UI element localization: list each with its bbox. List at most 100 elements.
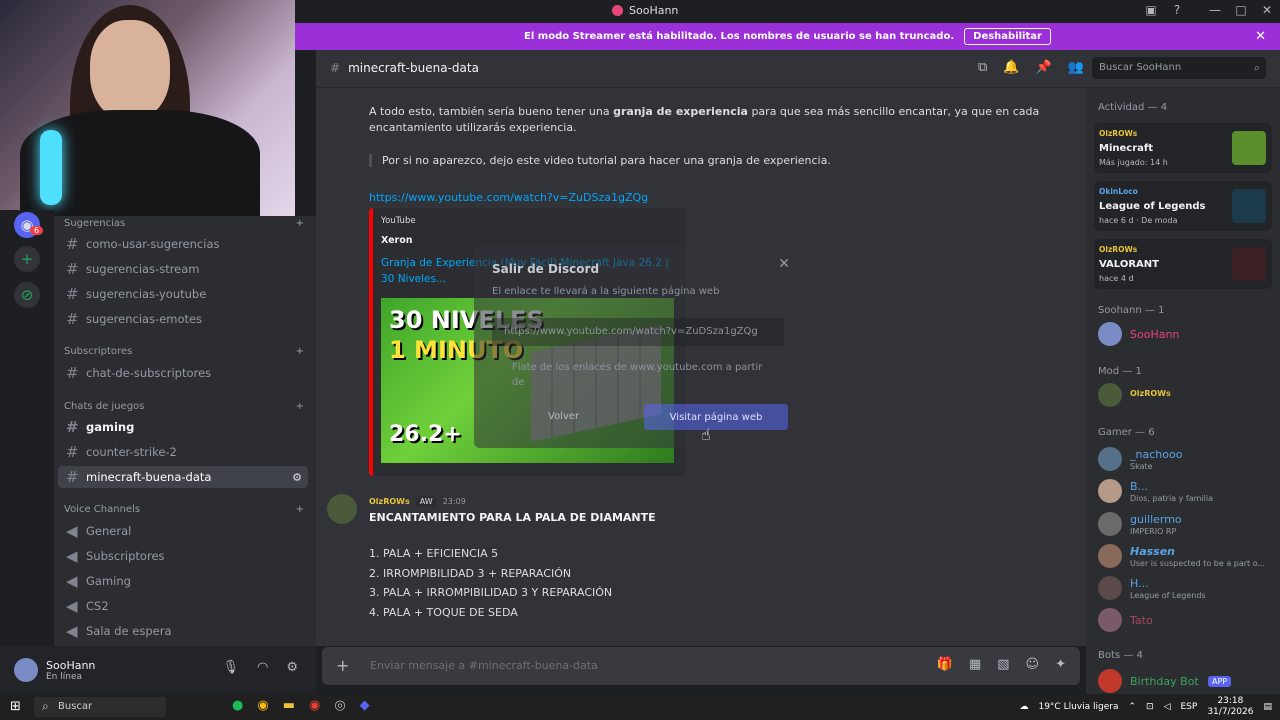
emoji-icon[interactable]: ☺ (1026, 657, 1040, 672)
member-item[interactable]: H... League of Legends (1098, 573, 1278, 603)
taskbar-search[interactable]: ⌕ Buscar (34, 697, 166, 717)
category-voice[interactable]: Voice Channels + (64, 504, 304, 515)
activity-card[interactable]: OlzROWs VALORANT hace 4 d (1094, 239, 1272, 289)
role-header: Gamer — 6 (1098, 427, 1155, 438)
chrome-alt-icon[interactable]: ◉ (309, 698, 320, 713)
search-input[interactable]: Buscar SooHann ⌕ (1092, 57, 1266, 79)
inbox-icon[interactable]: ▣ (1142, 3, 1160, 17)
hash-icon: # (66, 364, 79, 382)
help-icon[interactable]: ? (1168, 3, 1186, 17)
discord-icon[interactable]: ◆ (360, 698, 370, 713)
explore-icon[interactable]: ⊘ (14, 282, 40, 308)
visit-website-button[interactable]: Visitar página web (644, 404, 788, 430)
add-channel-icon[interactable]: + (296, 346, 304, 357)
tray-chevron-icon[interactable]: ⌃ (1128, 702, 1136, 712)
member-item[interactable]: _nachooo Skate (1098, 444, 1278, 474)
headphones-icon[interactable]: ◠ (257, 660, 268, 675)
voice-channel-item[interactable]: ◀ Subscriptores (58, 545, 308, 567)
message-author[interactable]: OlzROWs (369, 497, 410, 506)
apps-icon[interactable]: ✦ (1055, 657, 1066, 672)
trust-domain-checkbox[interactable]: Fíate de los enlaces de www.youtube.com … (512, 360, 772, 390)
maximize-button[interactable]: □ (1232, 3, 1250, 17)
leave-discord-modal: Salir de Discord ✕ El enlace te llevará … (474, 246, 804, 448)
gear-icon[interactable]: ⚙ (286, 660, 298, 675)
avatar (1098, 576, 1122, 600)
channel-settings-icon[interactable]: ⚙ (292, 471, 302, 484)
back-button[interactable]: Volver (548, 411, 579, 422)
channel-item[interactable]: # chat-de-subscriptores (58, 362, 308, 384)
bell-icon[interactable]: 🔔 (1003, 60, 1019, 75)
channel-item[interactable]: # sugerencias-stream (58, 258, 308, 280)
member-item[interactable]: SooHann (1098, 319, 1278, 349)
message-link[interactable]: https://www.youtube.com/watch?v=ZuDSza1g… (369, 191, 648, 204)
voice-channel-item[interactable]: ◀ General (58, 520, 308, 542)
channel-item[interactable]: # counter-strike-2 (58, 441, 308, 463)
enchant-list: 1. PALA + EFICIENCIA 5 2. IRROMPIBILIDAD… (369, 544, 612, 622)
language-indicator[interactable]: ESP (1181, 702, 1198, 712)
member-item[interactable]: Hassen User is suspected to be a part o..… (1098, 541, 1278, 571)
channel-item[interactable]: # sugerencias-emotes (58, 308, 308, 330)
add-channel-icon[interactable]: + (296, 504, 304, 515)
add-channel-icon[interactable]: + (296, 401, 304, 412)
add-server-icon[interactable]: + (14, 246, 40, 272)
list-item: 2. IRROMPIBILIDAD 3 + REPARACIÓN (369, 566, 572, 580)
app-badge: APP (1208, 676, 1232, 687)
gift-icon[interactable]: 🎁 (937, 657, 953, 672)
add-attachment-icon[interactable]: + (336, 656, 349, 675)
windows-start-icon[interactable]: ⊞ (10, 699, 21, 714)
gif-icon[interactable]: ▦ (969, 657, 981, 672)
clock[interactable]: 23:18 31/7/2026 (1207, 696, 1253, 718)
members-icon[interactable]: 👥 (1068, 60, 1084, 75)
role-header: Mod — 1 (1098, 366, 1142, 377)
volume-icon[interactable]: ◁ (1164, 702, 1171, 712)
add-channel-icon[interactable]: + (296, 218, 304, 229)
weather-text[interactable]: 19°C Lluvia ligera (1038, 702, 1118, 712)
pin-icon[interactable]: 📌 (1035, 60, 1051, 75)
channel-item-active[interactable]: # minecraft-buena-data ⚙ (58, 466, 308, 488)
modal-description: El enlace te llevará a la siguiente pági… (492, 286, 720, 297)
webcam-overlay (0, 0, 295, 217)
threads-icon[interactable]: ⧉ (978, 60, 987, 75)
voice-channel-item[interactable]: ◀ Gaming (58, 570, 308, 592)
close-icon[interactable]: ✕ (778, 256, 790, 272)
avatar[interactable] (14, 658, 38, 682)
avatar[interactable] (327, 494, 357, 524)
channel-item-gaming[interactable]: # gaming (58, 416, 308, 438)
banner-close-icon[interactable]: ✕ (1255, 29, 1266, 44)
voice-channel-item[interactable]: ◀ CS2 (58, 595, 308, 617)
chrome-icon[interactable]: ◉ (257, 698, 268, 713)
disable-streamer-button[interactable]: Deshabilitar (964, 28, 1051, 45)
activity-card[interactable]: OkinLoco League of Legends hace 6 d · De… (1094, 181, 1272, 231)
sticker-icon[interactable]: ▧ (997, 657, 1009, 672)
notification-icon[interactable]: ▤ (1263, 702, 1272, 712)
spotify-icon[interactable]: ● (232, 698, 243, 713)
system-tray: ☁ 19°C Lluvia ligera ⌃ ⊡ ◁ ESP 23:18 31/7… (1019, 696, 1272, 718)
avatar (1098, 512, 1122, 536)
member-item[interactable]: B... Dios, patria y familia (1098, 476, 1278, 506)
modal-title: Salir de Discord (492, 262, 600, 276)
member-item[interactable]: OlzROWs (1098, 380, 1278, 410)
member-item[interactable]: Tato (1098, 605, 1278, 635)
valorant-icon (1232, 247, 1266, 281)
minimize-button[interactable]: — (1206, 3, 1224, 17)
message-composer[interactable]: + Enviar mensaje a #minecraft-buena-data… (322, 647, 1080, 685)
category-sugerencias[interactable]: Sugerencias + (64, 218, 304, 229)
folder-icon[interactable]: ▬ (283, 698, 295, 713)
activity-card[interactable]: OlzROWs Minecraft Más jugado: 14 h (1094, 123, 1272, 173)
member-item[interactable]: Birthday Bot APP (1098, 666, 1278, 694)
category-juegos[interactable]: Chats de juegos + (64, 401, 304, 412)
category-subscriptores[interactable]: Subscriptores + (64, 346, 304, 357)
microphone-icon[interactable]: 🎙 (222, 660, 239, 675)
member-item[interactable]: guillermo IMPERIO RP (1098, 509, 1278, 539)
hash-icon: # (66, 443, 79, 461)
list-item: 3. PALA + IRROMPIBILIDAD 3 Y REPARACIÓN (369, 586, 613, 599)
message-header: OlzROWs AW 23:09 (369, 496, 466, 507)
network-icon[interactable]: ⊡ (1146, 702, 1154, 712)
obs-icon[interactable]: ◎ (334, 698, 345, 713)
server-list: ◉ 6 + ⊘ (0, 210, 54, 694)
channel-item[interactable]: # sugerencias-youtube (58, 283, 308, 305)
embed-author[interactable]: Xeron (381, 235, 413, 246)
close-window-button[interactable]: ✕ (1258, 3, 1276, 17)
channel-item[interactable]: # como-usar-sugerencias (58, 233, 308, 255)
voice-channel-item[interactable]: ◀ Sala de espera (58, 620, 308, 642)
